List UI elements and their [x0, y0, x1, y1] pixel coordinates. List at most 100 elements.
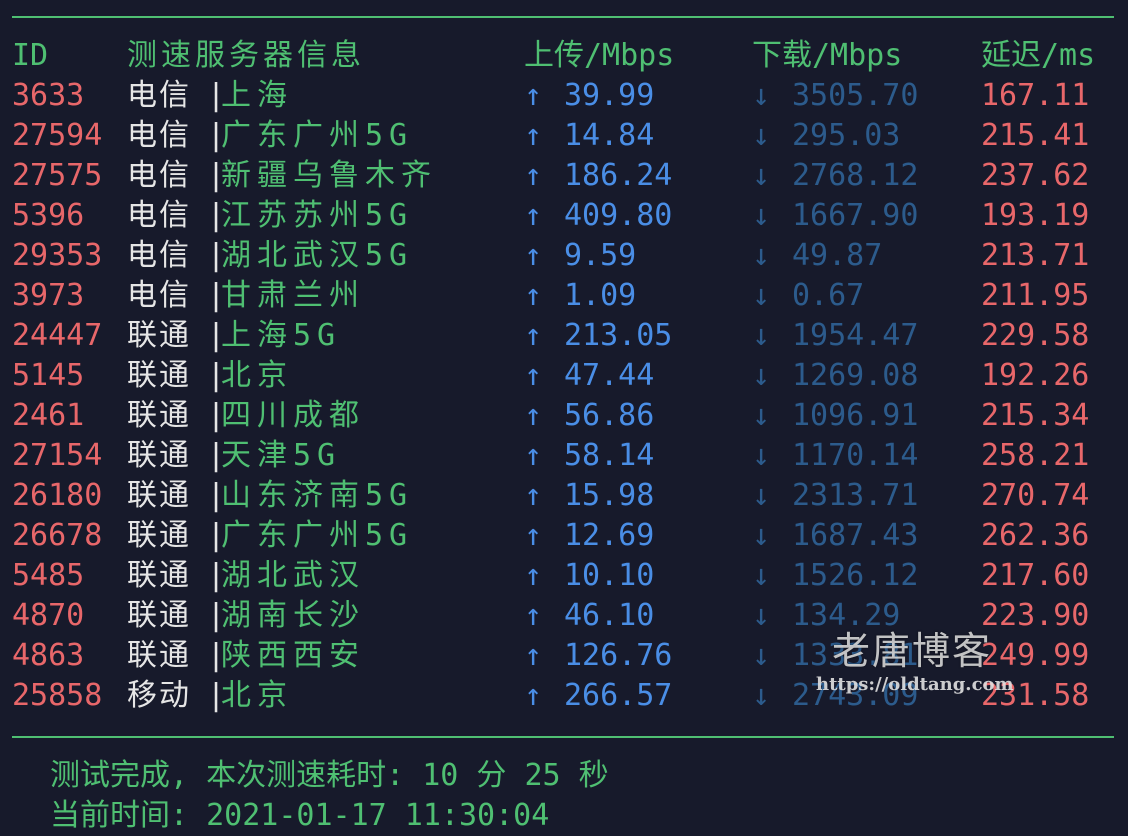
isp-name: 联通 [127, 438, 191, 473]
table-row: 24447 联通 | 上海5G ↑ 213.05 ↓ 1954.47 229.58 [0, 316, 1128, 356]
upload-speed: 58.14 [564, 438, 655, 473]
top-divider [12, 16, 1114, 18]
download-speed: 2313.71 [792, 478, 919, 513]
isp-name: 联通 [127, 358, 191, 393]
arrow-up-icon: ↑ [524, 118, 543, 153]
arrow-down-icon: ↓ [752, 118, 771, 153]
download-cell: ↓ 2743.09 [752, 676, 918, 716]
header-latency: 延迟/ms [981, 38, 1096, 73]
download-speed: 1667.90 [792, 198, 919, 233]
server-id: 5485 [12, 558, 85, 593]
current-time: 当前时间: 2021-01-17 11:30:04 [50, 798, 550, 833]
header-id: ID [12, 38, 49, 73]
latency: 192.26 [981, 358, 1090, 393]
arrow-down-icon: ↓ [752, 78, 771, 113]
upload-cell: ↑ 266.57 [524, 676, 672, 716]
arrow-up-icon: ↑ [524, 398, 543, 433]
table-row: 2461 联通 | 四川成都 ↑ 56.86 ↓ 1096.91 215.34 [0, 396, 1128, 436]
arrow-down-icon: ↓ [752, 598, 771, 633]
server-location: 湖北武汉 [221, 558, 365, 593]
isp-name: 联通 [127, 638, 191, 673]
server-location: 上海5G [221, 318, 342, 353]
download-speed: 134.29 [792, 598, 901, 633]
upload-cell: ↑ 39.99 [524, 76, 654, 116]
arrow-down-icon: ↓ [752, 638, 771, 673]
server-location: 湖北武汉5G [221, 238, 414, 273]
upload-speed: 409.80 [564, 198, 673, 233]
table-row: 4863 联通 | 陕西西安 ↑ 126.76 ↓ 1333.81 249.99 [0, 636, 1128, 676]
arrow-up-icon: ↑ [524, 518, 543, 553]
server-location: 陕西西安 [221, 638, 365, 673]
server-id: 2461 [12, 398, 85, 433]
server-id: 4863 [12, 638, 85, 673]
download-speed: 2768.12 [792, 158, 919, 193]
server-location: 北京 [221, 358, 293, 393]
arrow-up-icon: ↑ [524, 438, 543, 473]
latency: 229.58 [981, 318, 1090, 353]
isp-name: 电信 [127, 118, 191, 153]
download-speed: 0.67 [792, 278, 865, 313]
latency: 223.90 [981, 598, 1090, 633]
table-row: 27154 联通 | 天津5G ↑ 58.14 ↓ 1170.14 258.21 [0, 436, 1128, 476]
isp-name: 联通 [127, 318, 191, 353]
server-id: 5145 [12, 358, 85, 393]
server-location: 北京 [221, 678, 293, 713]
arrow-down-icon: ↓ [752, 438, 771, 473]
table-row: 25858 移动 | 北京 ↑ 266.57 ↓ 2743.09 231.58 [0, 676, 1128, 716]
header-upload: 上传/Mbps [524, 38, 675, 73]
download-cell: ↓ 1170.14 [752, 436, 918, 476]
download-speed: 1096.91 [792, 398, 919, 433]
upload-cell: ↑ 10.10 [524, 556, 654, 596]
server-id: 3633 [12, 78, 85, 113]
upload-cell: ↑ 1.09 [524, 276, 636, 316]
arrow-down-icon: ↓ [752, 358, 771, 393]
isp-name: 电信 [127, 278, 191, 313]
upload-speed: 126.76 [564, 638, 673, 673]
arrow-up-icon: ↑ [524, 78, 543, 113]
upload-speed: 56.86 [564, 398, 655, 433]
download-speed: 1269.08 [792, 358, 919, 393]
table-row: 26180 联通 | 山东济南5G ↑ 15.98 ↓ 2313.71 270.74 [0, 476, 1128, 516]
download-speed: 1687.43 [792, 518, 919, 553]
isp-name: 电信 [127, 238, 191, 273]
server-location: 湖南长沙 [221, 598, 365, 633]
latency: 211.95 [981, 278, 1090, 313]
upload-speed: 9.59 [564, 238, 637, 273]
arrow-down-icon: ↓ [752, 558, 771, 593]
isp-name: 联通 [127, 478, 191, 513]
server-id: 29353 [12, 238, 103, 273]
server-location: 甘肃兰州 [221, 278, 365, 313]
latency: 249.99 [981, 638, 1090, 673]
server-location: 上海 [221, 78, 293, 113]
download-speed: 1170.14 [792, 438, 919, 473]
server-id: 3973 [12, 278, 85, 313]
server-id: 26678 [12, 518, 103, 553]
download-cell: ↓ 49.87 [752, 236, 882, 276]
server-location: 山东济南5G [221, 478, 414, 513]
upload-speed: 213.05 [564, 318, 673, 353]
arrow-up-icon: ↑ [524, 278, 543, 313]
download-cell: ↓ 2768.12 [752, 156, 918, 196]
header-server-info: 测速服务器信息 [127, 38, 365, 73]
upload-speed: 1.09 [564, 278, 637, 313]
server-id: 24447 [12, 318, 103, 353]
arrow-down-icon: ↓ [752, 198, 771, 233]
table-row: 3633 电信 | 上海 ↑ 39.99 ↓ 3505.70 167.11 [0, 76, 1128, 116]
isp-name: 电信 [127, 78, 191, 113]
upload-speed: 10.10 [564, 558, 655, 593]
arrow-up-icon: ↑ [524, 478, 543, 513]
server-location: 广东广州5G [221, 118, 414, 153]
latency: 193.19 [981, 198, 1090, 233]
arrow-up-icon: ↑ [524, 158, 543, 193]
bottom-divider [12, 736, 1114, 738]
upload-cell: ↑ 186.24 [524, 156, 672, 196]
latency: 262.36 [981, 518, 1090, 553]
arrow-up-icon: ↑ [524, 678, 543, 713]
upload-speed: 12.69 [564, 518, 655, 553]
upload-speed: 186.24 [564, 158, 673, 193]
download-cell: ↓ 1096.91 [752, 396, 918, 436]
arrow-down-icon: ↓ [752, 398, 771, 433]
arrow-down-icon: ↓ [752, 278, 771, 313]
download-cell: ↓ 2313.71 [752, 476, 918, 516]
arrow-up-icon: ↑ [524, 358, 543, 393]
